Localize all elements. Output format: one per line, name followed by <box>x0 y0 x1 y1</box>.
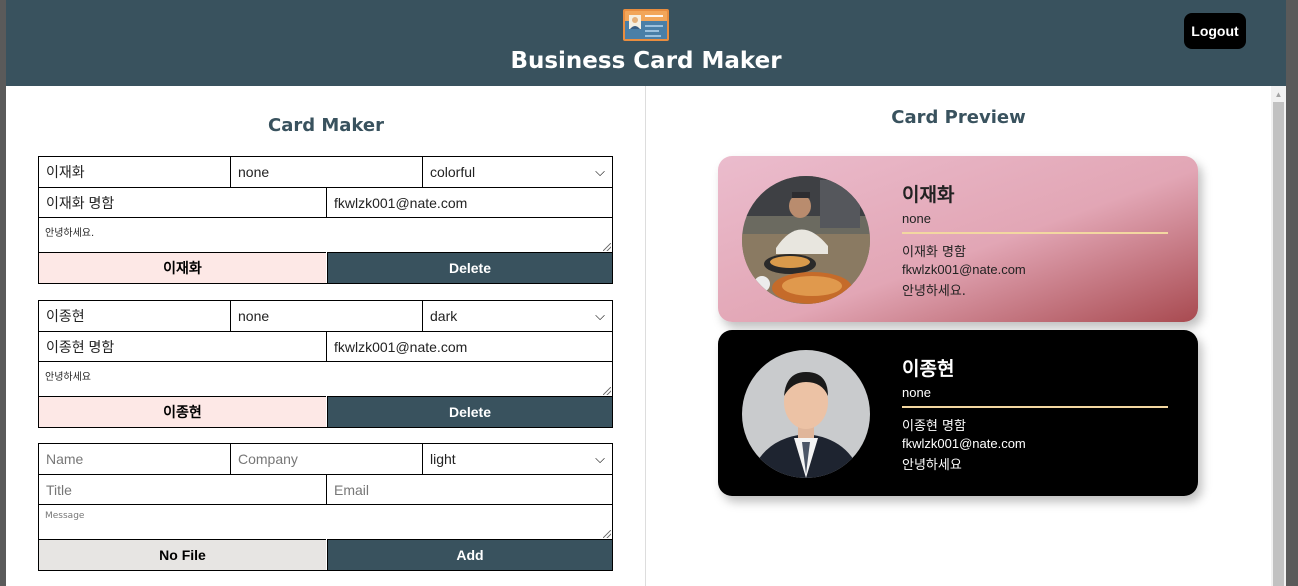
message-input[interactable]: Message <box>39 504 612 539</box>
resize-handle-icon[interactable] <box>603 387 611 395</box>
card-maker-panel: Card Maker 이재화 none colorful ⌵ 이재화 명함 fk… <box>6 86 646 586</box>
card-preview-panel: Card Preview 이재화 none 이재화 명함 fkwlzk001@n… <box>646 86 1271 586</box>
file-upload-button[interactable]: No File <box>39 539 326 570</box>
card-email: fkwlzk001@nate.com <box>902 262 1026 277</box>
email-field[interactable]: fkwlzk001@nate.com <box>326 187 612 217</box>
message-text: 안녕하세요 <box>45 372 91 383</box>
theme-select[interactable]: dark ⌵ <box>422 301 612 331</box>
resize-handle-icon[interactable] <box>603 243 611 251</box>
card-name: 이종현 <box>902 358 955 380</box>
file-upload-button[interactable]: 이종현 <box>39 396 326 427</box>
name-input[interactable] <box>39 444 230 474</box>
title-field[interactable]: 이종현 명함 <box>39 331 326 361</box>
chevron-down-icon: ⌵ <box>595 164 605 179</box>
card-title: 이종현 명함 <box>902 419 966 434</box>
scroll-up-arrow-icon[interactable]: ▲ <box>1271 86 1286 102</box>
name-field[interactable]: 이재화 <box>39 157 230 187</box>
chevron-down-icon: ⌵ <box>595 451 605 466</box>
add-button[interactable]: Add <box>327 539 612 570</box>
card-divider <box>902 232 1168 234</box>
name-field[interactable]: 이종현 <box>39 301 230 331</box>
app-title: Business Card Maker <box>510 48 782 74</box>
message-field[interactable]: 안녕하세요. <box>39 217 612 252</box>
theme-select[interactable]: colorful ⌵ <box>422 157 612 187</box>
logout-button[interactable]: Logout <box>1184 13 1246 49</box>
card-maker-title: Card Maker <box>267 115 384 136</box>
message-text: 안녕하세요. <box>45 228 95 239</box>
resize-handle-icon[interactable] <box>603 530 611 538</box>
card-message: 안녕하세요 <box>902 458 962 473</box>
card-message: 안녕하세요. <box>902 284 966 299</box>
card-company: none <box>902 211 931 226</box>
card-company: none <box>902 385 931 400</box>
avatar <box>742 350 870 478</box>
company-field[interactable]: none <box>230 301 422 331</box>
delete-button[interactable]: Delete <box>327 252 612 283</box>
app-header: Business Card Maker Logout <box>6 0 1286 86</box>
file-upload-button[interactable]: 이재화 <box>39 252 326 283</box>
message-field[interactable]: 안녕하세요 <box>39 361 612 396</box>
email-input[interactable] <box>326 474 612 504</box>
delete-button[interactable]: Delete <box>327 396 612 427</box>
chevron-down-icon: ⌵ <box>595 308 605 323</box>
title-field[interactable]: 이재화 명함 <box>39 187 326 217</box>
card-title: 이재화 명함 <box>902 245 966 260</box>
message-placeholder: Message <box>45 511 85 521</box>
card-divider <box>902 406 1168 408</box>
card-email: fkwlzk001@nate.com <box>902 436 1026 451</box>
business-card-preview: 이재화 none 이재화 명함 fkwlzk001@nate.com 안녕하세요… <box>718 156 1198 322</box>
app-window: Business Card Maker Logout Card Maker 이재… <box>6 0 1286 586</box>
business-card-preview: 이종현 none 이종현 명함 fkwlzk001@nate.com 안녕하세요 <box>718 330 1198 496</box>
theme-select-value: dark <box>430 308 458 324</box>
card-name: 이재화 <box>902 184 955 206</box>
theme-select[interactable]: light ⌵ <box>422 444 612 474</box>
company-input[interactable] <box>230 444 422 474</box>
email-field[interactable]: fkwlzk001@nate.com <box>326 331 612 361</box>
theme-select-value: colorful <box>430 164 476 180</box>
card-edit-form: 이종현 none dark ⌵ 이종현 명함 fkwlzk001@nate.co… <box>38 300 613 428</box>
business-card-icon <box>623 9 669 41</box>
title-input[interactable] <box>39 474 326 504</box>
card-preview-title: Card Preview <box>891 107 1026 128</box>
avatar <box>742 176 870 304</box>
company-field[interactable]: none <box>230 157 422 187</box>
scroll-thumb[interactable] <box>1273 102 1284 586</box>
card-edit-form: 이재화 none colorful ⌵ 이재화 명함 fkwlzk001@nat… <box>38 156 613 284</box>
theme-select-value: light <box>430 451 456 467</box>
vertical-scrollbar[interactable]: ▲ <box>1271 86 1286 586</box>
card-add-form: light ⌵ Message No File Add <box>38 443 613 571</box>
